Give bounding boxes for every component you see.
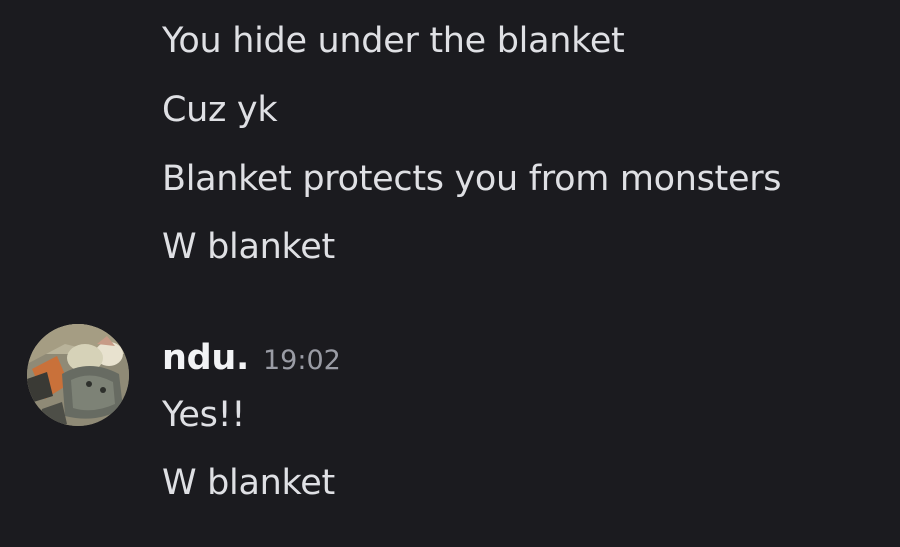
avatar-image: [27, 324, 129, 426]
timestamp[interactable]: 19:02: [263, 345, 341, 376]
username[interactable]: ndu.: [162, 338, 249, 378]
avatar[interactable]: [27, 324, 129, 426]
message-header: ndu. 19:02: [162, 336, 341, 380]
message-text: W blanket: [162, 463, 335, 503]
message-text: Cuz yk: [162, 90, 278, 130]
message-text: Yes!!: [162, 395, 246, 435]
message-text: You hide under the blanket: [162, 21, 625, 61]
chat-message-list: You hide under the blanket Cuz yk Blanke…: [0, 0, 900, 547]
message-text: W blanket: [162, 227, 335, 267]
message-text: Blanket protects you from monsters: [162, 159, 782, 199]
